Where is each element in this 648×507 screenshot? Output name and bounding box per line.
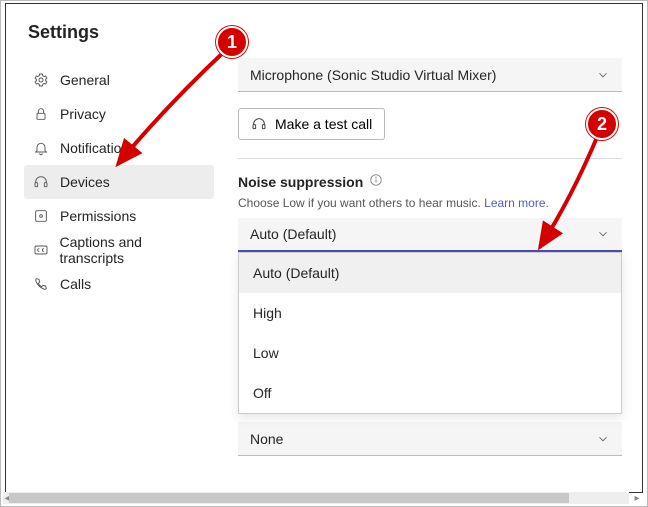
sidebar-item-notifications[interactable]: Notifications — [24, 131, 214, 165]
gear-icon — [32, 71, 50, 89]
sidebar-item-general[interactable]: General — [24, 63, 214, 97]
noise-selected: Auto (Default) — [250, 226, 336, 242]
settings-sidebar: Settings General Privacy Notifications — [24, 22, 214, 474]
sidebar-item-privacy[interactable]: Privacy — [24, 97, 214, 131]
sidebar-item-label: General — [60, 72, 110, 88]
info-icon[interactable] — [369, 173, 383, 190]
bell-icon — [32, 139, 50, 157]
cc-icon — [32, 241, 49, 259]
noise-suppression-title: Noise suppression — [238, 173, 622, 190]
sidebar-item-label: Privacy — [60, 106, 106, 122]
microphone-dropdown[interactable]: Microphone (Sonic Studio Virtual Mixer) — [238, 58, 622, 92]
settings-main: Microphone (Sonic Studio Virtual Mixer) … — [238, 22, 622, 474]
key-icon — [32, 207, 50, 225]
noise-suppression-dropdown[interactable]: Auto (Default) — [238, 218, 622, 252]
sidebar-item-calls[interactable]: Calls — [24, 267, 214, 301]
sidebar-item-label: Permissions — [60, 208, 136, 224]
sidebar-item-label: Notifications — [60, 140, 136, 156]
learn-more-link[interactable]: Learn more. — [484, 196, 549, 210]
noise-option-high[interactable]: High — [239, 293, 621, 333]
section-divider — [238, 158, 622, 159]
noise-suppression-options: Auto (Default) High Low Off — [238, 252, 622, 414]
chevron-down-icon — [596, 68, 610, 82]
make-test-call-button[interactable]: Make a test call — [238, 108, 385, 140]
secondary-dropdown[interactable]: None — [238, 422, 622, 456]
sidebar-item-captions[interactable]: Captions and transcripts — [24, 233, 214, 267]
sidebar-item-permissions[interactable]: Permissions — [24, 199, 214, 233]
phone-icon — [32, 275, 50, 293]
sidebar-item-label: Calls — [60, 276, 91, 292]
chevron-down-icon — [596, 432, 610, 446]
microphone-selected: Microphone (Sonic Studio Virtual Mixer) — [250, 67, 496, 83]
headset-icon — [32, 173, 50, 191]
lock-icon — [32, 105, 50, 123]
noise-option-low[interactable]: Low — [239, 333, 621, 373]
secondary-selected: None — [250, 431, 283, 447]
noise-option-off[interactable]: Off — [239, 373, 621, 413]
headset-small-icon — [251, 116, 267, 132]
test-call-label: Make a test call — [275, 116, 372, 132]
scroll-right-icon[interactable]: ▸ — [631, 492, 643, 504]
annotation-bubble-2: 2 — [586, 108, 618, 140]
sidebar-item-devices[interactable]: Devices — [24, 165, 214, 199]
sidebar-item-label: Captions and transcripts — [59, 234, 206, 266]
chevron-down-icon — [596, 227, 610, 241]
noise-helper-text: Choose Low if you want others to hear mu… — [238, 196, 622, 210]
annotation-bubble-1: 1 — [216, 26, 248, 58]
page-title: Settings — [24, 22, 214, 43]
scroll-thumb[interactable] — [9, 493, 569, 503]
horizontal-scrollbar[interactable]: ◂ ▸ — [3, 492, 629, 504]
noise-option-auto[interactable]: Auto (Default) — [239, 253, 621, 293]
sidebar-item-label: Devices — [60, 174, 110, 190]
